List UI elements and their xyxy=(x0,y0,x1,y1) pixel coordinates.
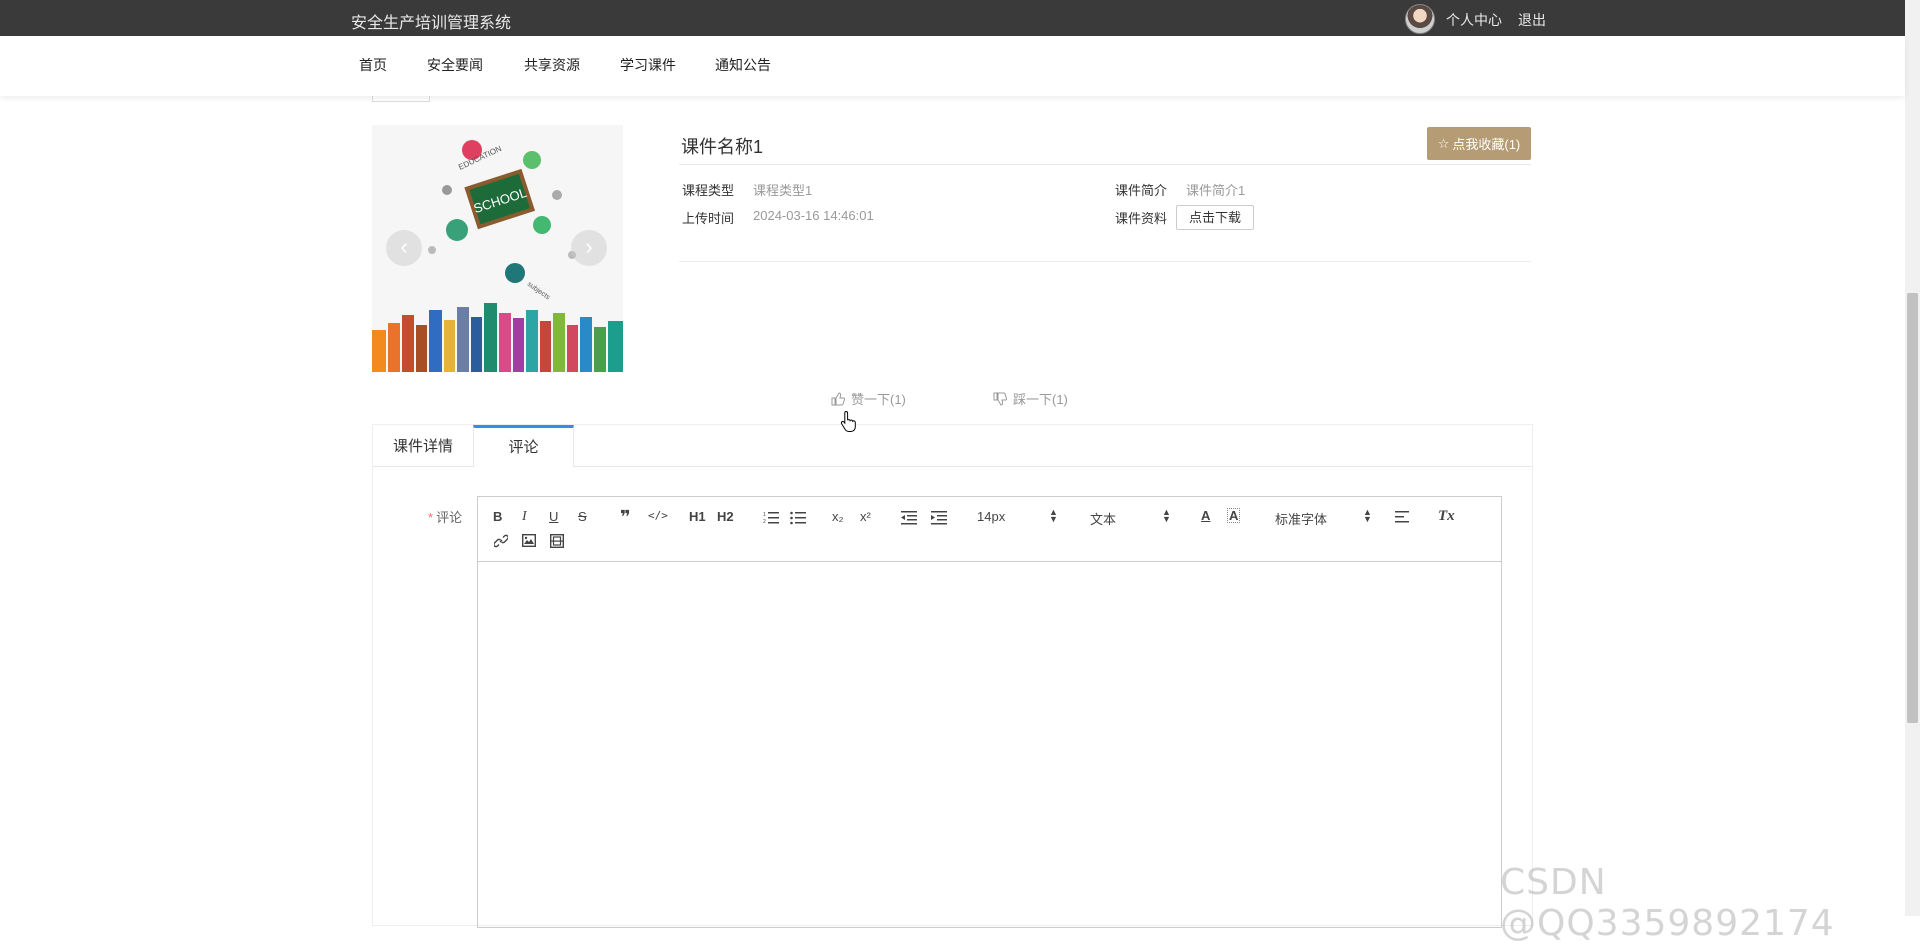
comment-label: * 评论 xyxy=(428,507,462,526)
strike-icon[interactable]: S xyxy=(578,509,587,524)
indent-icon[interactable] xyxy=(931,511,947,525)
nav-item-home[interactable]: 首页 xyxy=(359,55,387,75)
main-nav: 首页 安全要闻 共享资源 学习课件 通知公告 xyxy=(0,36,1905,96)
download-button[interactable]: 点击下载 xyxy=(1176,205,1254,230)
upload-time-value: 2024-03-16 14:46:01 xyxy=(753,208,874,223)
select-caret-icon: ▲ ▼ xyxy=(1162,507,1171,524)
clear-format-icon[interactable]: Tx xyxy=(1438,508,1455,525)
comment-label-text: 评论 xyxy=(436,510,463,525)
course-intro-label: 课件简介 xyxy=(1115,183,1168,198)
nav-item-notices[interactable]: 通知公告 xyxy=(715,55,771,75)
user-center-link[interactable]: 个人中心 xyxy=(1446,10,1502,30)
thumbs-up-icon xyxy=(831,391,845,405)
dislike-button[interactable]: 踩一下(1) xyxy=(993,389,1068,408)
hand-cursor-icon xyxy=(840,410,856,432)
ordered-list-icon[interactable]: 12 xyxy=(763,511,779,525)
block-type-value: 文本 xyxy=(1090,512,1117,527)
thumbs-down-icon xyxy=(993,392,1007,406)
font-size-select[interactable]: 14px ▲ ▼ xyxy=(977,507,1058,525)
tab-bar: 课件详情 评论 xyxy=(373,425,1532,467)
quote-icon[interactable]: ❞ xyxy=(620,507,631,528)
like-button[interactable]: 赞一下(1) xyxy=(831,389,906,408)
watermark: CSDN @QQ3359892174 xyxy=(1500,862,1835,944)
required-mark: * xyxy=(428,510,434,525)
nav-item-safety-news[interactable]: 安全要闻 xyxy=(427,55,483,75)
divider xyxy=(679,261,1531,262)
bullet-list-icon[interactable] xyxy=(790,511,806,525)
align-icon[interactable] xyxy=(1395,511,1409,523)
font-family-value: 标准字体 xyxy=(1275,512,1328,527)
tab-comments[interactable]: 评论 xyxy=(473,425,574,467)
divider xyxy=(679,164,1531,165)
italic-icon[interactable]: I xyxy=(522,509,527,525)
code-icon[interactable]: </> xyxy=(648,509,668,522)
course-type-value: 课程类型1 xyxy=(753,183,813,198)
tab-course-details[interactable]: 课件详情 xyxy=(373,425,473,466)
block-type-select[interactable]: 文本 ▲ ▼ xyxy=(1090,507,1171,528)
divider xyxy=(372,96,430,102)
select-caret-icon: ▲ ▼ xyxy=(1363,507,1372,524)
h1-icon[interactable]: H1 xyxy=(689,509,706,524)
nav-item-shared-resources[interactable]: 共享资源 xyxy=(524,55,580,75)
editor-content-area[interactable] xyxy=(478,562,1501,927)
scrollbar-thumb[interactable] xyxy=(1907,293,1918,723)
course-material-label: 课件资料 xyxy=(1115,211,1168,226)
bold-icon[interactable]: B xyxy=(493,509,502,524)
svg-text:1: 1 xyxy=(763,512,766,518)
collect-button[interactable]: ☆ 点我收藏(1) xyxy=(1427,127,1531,160)
course-intro-value: 课件简介1 xyxy=(1186,183,1246,198)
font-size-value: 14px xyxy=(977,509,1006,524)
font-family-select[interactable]: 标准字体 ▲ ▼ xyxy=(1275,507,1372,528)
carousel-next-button[interactable]: › xyxy=(571,230,607,266)
select-caret-icon: ▲ ▼ xyxy=(1049,507,1058,524)
carousel-prev-button[interactable]: ‹ xyxy=(386,230,422,266)
star-icon: ☆ xyxy=(1437,135,1450,151)
underline-icon[interactable]: U xyxy=(549,509,558,524)
svg-text:2: 2 xyxy=(763,519,766,525)
course-title: 课件名称1 xyxy=(681,137,764,157)
background-color-icon[interactable]: A xyxy=(1227,508,1241,523)
nav-item-courseware[interactable]: 学习课件 xyxy=(620,55,676,75)
course-type-label: 课程类型 xyxy=(682,183,735,198)
video-icon[interactable] xyxy=(550,534,564,548)
font-color-icon[interactable]: A xyxy=(1201,508,1210,523)
superscript-icon[interactable]: x² xyxy=(860,509,871,524)
upload-time-label: 上传时间 xyxy=(682,211,735,226)
like-label: 赞一下(1) xyxy=(851,392,906,407)
link-icon[interactable] xyxy=(494,534,508,548)
app-title: 安全生产培训管理系统 xyxy=(351,15,512,32)
rich-text-editor: B I U S ❞ </> H1 H2 12 x₂ x² 14px ▲ ▼ 文本 … xyxy=(477,496,1502,928)
subscript-icon[interactable]: x₂ xyxy=(832,509,844,524)
outdent-icon[interactable] xyxy=(901,511,917,525)
course-image-carousel[interactable]: SCHOOL EDUCATION subjects ‹ › xyxy=(372,125,623,372)
logout-link[interactable]: 退出 xyxy=(1518,10,1546,30)
dislike-label: 踩一下(1) xyxy=(1013,392,1068,407)
top-bar: 安全生产培训管理系统 个人中心 退出 xyxy=(0,0,1920,36)
image-icon[interactable] xyxy=(522,534,536,547)
editor-toolbar: B I U S ❞ </> H1 H2 12 x₂ x² 14px ▲ ▼ 文本 … xyxy=(478,497,1501,562)
collect-label: 点我收藏(1) xyxy=(1452,137,1521,152)
h2-icon[interactable]: H2 xyxy=(717,509,734,524)
page-scrollbar[interactable] xyxy=(1905,0,1920,916)
avatar[interactable] xyxy=(1405,4,1435,34)
